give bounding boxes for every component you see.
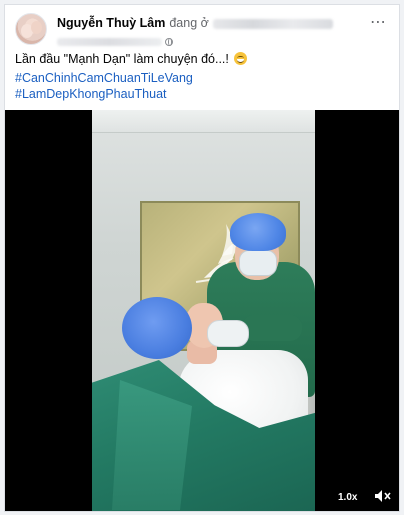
surgical-mask — [239, 250, 277, 276]
video-frame — [92, 110, 315, 511]
post-header: Nguyễn Thuỳ Lâm đang ở ⋯ — [15, 13, 389, 49]
hashtag-link[interactable]: #CanChinhCamChuanTiLeVang — [15, 71, 193, 85]
author-name[interactable]: Nguyễn Thuỳ Lâm — [57, 16, 165, 30]
is-at-text: đang ở — [169, 16, 209, 30]
smiling-face-icon — [234, 52, 248, 65]
doctor-surgical-cap — [230, 213, 286, 251]
video-player[interactable]: 1.0x — [5, 110, 399, 511]
clinic-ceiling — [92, 110, 315, 133]
volume-muted-icon[interactable] — [374, 489, 392, 503]
post-card: Nguyễn Thuỳ Lâm đang ở ⋯ Lần đầu "Mạnh Dạ… — [4, 4, 400, 512]
post-caption: Lần đầu "Mạnh Dạn" làm chuyện đó...! — [15, 52, 248, 66]
author-line: Nguyễn Thuỳ Lâm đang ở — [57, 16, 333, 30]
blurred-location — [212, 18, 333, 29]
more-options-icon[interactable]: ⋯ — [370, 15, 387, 31]
author-avatar[interactable] — [15, 13, 47, 45]
hashtag-link[interactable]: #LamDepKhongPhauThuat — [15, 87, 167, 101]
playback-speed-button[interactable]: 1.0x — [338, 492, 357, 503]
post-meta — [57, 33, 173, 46]
doctor-arm — [242, 315, 302, 341]
patient-surgical-cap — [122, 297, 192, 359]
doctor-glove — [207, 320, 249, 347]
caption-text: Lần đầu "Mạnh Dạn" làm chuyện đó...! — [15, 52, 229, 66]
blurred-timestamp — [57, 37, 162, 46]
globe-icon — [165, 37, 173, 46]
